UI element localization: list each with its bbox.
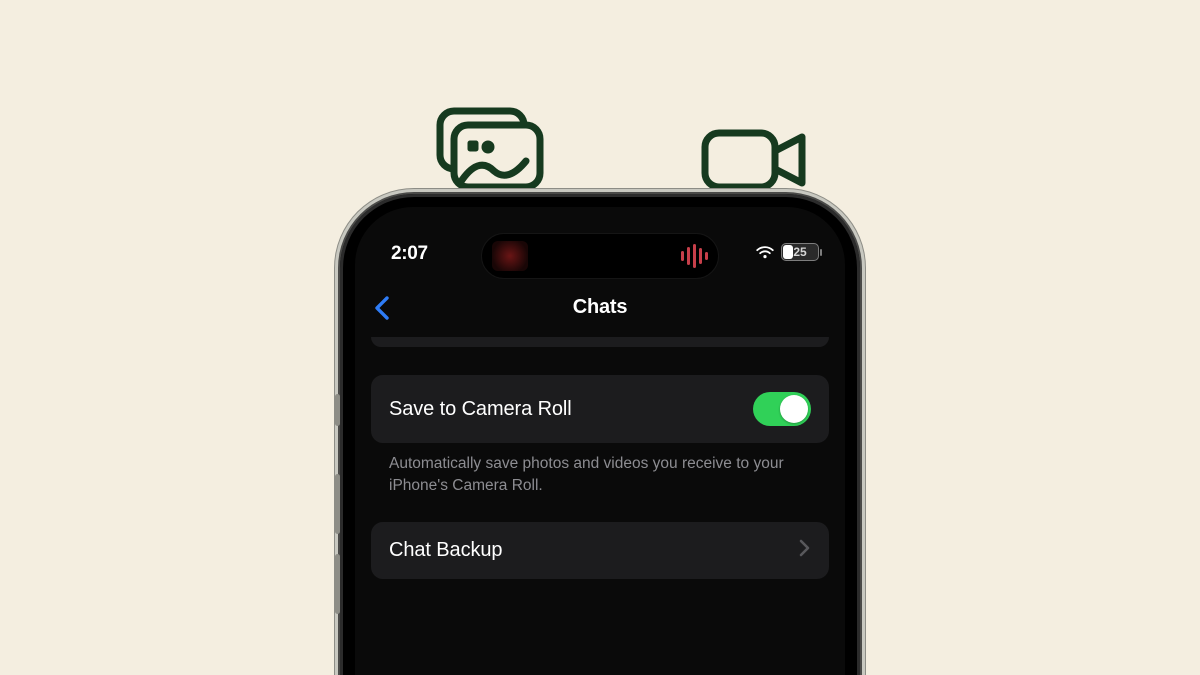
- video-camera-icon: [700, 125, 810, 195]
- volume-down-button: [335, 554, 340, 614]
- screen: 2:07: [355, 207, 845, 675]
- status-bar: 2:07: [355, 229, 845, 273]
- save-to-camera-toggle[interactable]: [753, 392, 811, 426]
- photos-stack-icon: [430, 105, 550, 195]
- cell-label: Chat Backup: [389, 539, 502, 562]
- chevron-right-icon: [799, 539, 811, 562]
- section-footer-text: Automatically save photos and videos you…: [371, 443, 829, 522]
- iphone-device-frame: 2:07: [340, 194, 860, 675]
- battery-percent: 25: [782, 245, 818, 259]
- status-time: 2:07: [391, 243, 428, 265]
- volume-up-button: [335, 474, 340, 534]
- settings-content: Save to Camera Roll Automatically save p…: [355, 337, 845, 579]
- waveform-icon: [681, 244, 708, 268]
- nav-bar: Chats: [355, 285, 845, 329]
- illustration-canvas: 2:07: [0, 0, 1200, 675]
- wifi-icon: [755, 245, 775, 260]
- save-to-camera-roll-cell[interactable]: Save to Camera Roll: [371, 375, 829, 443]
- mute-switch: [335, 394, 340, 426]
- dynamic-island[interactable]: [481, 233, 719, 279]
- toggle-knob: [780, 395, 808, 423]
- prev-section-stub: [371, 337, 829, 347]
- nav-title: Chats: [573, 296, 628, 319]
- chat-backup-cell[interactable]: Chat Backup: [371, 522, 829, 579]
- recording-app-icon: [492, 241, 528, 271]
- cell-label: Save to Camera Roll: [389, 398, 572, 421]
- back-button[interactable]: [369, 294, 397, 322]
- battery-icon: 25: [781, 243, 819, 261]
